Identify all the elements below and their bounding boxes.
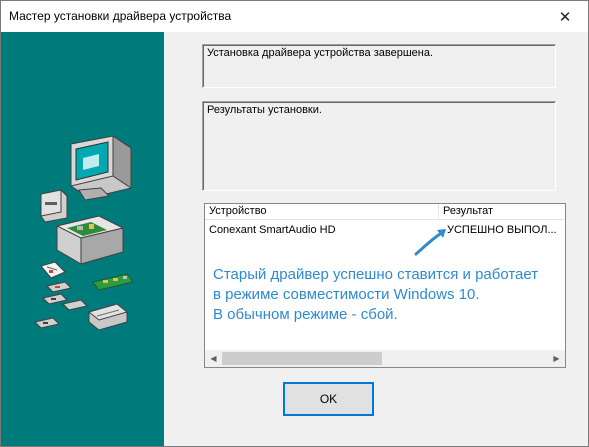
monitor-icon bbox=[70, 136, 132, 201]
annotation-arrow-icon bbox=[414, 229, 446, 256]
annotation-note: Старый драйвер успешно ставится и работа… bbox=[213, 265, 565, 325]
results-box: Результаты установки. bbox=[202, 101, 556, 191]
status-text: Установка драйвера устройства завершена. bbox=[207, 47, 434, 59]
document-icon bbox=[40, 261, 66, 279]
scroll-left-arrow-icon[interactable]: ◀ bbox=[205, 350, 222, 367]
list-row[interactable]: Conexant SmartAudio HD УСПЕШНО ВЫПОЛ... bbox=[205, 223, 565, 238]
circuit-board-icon bbox=[92, 273, 134, 291]
scroll-thumb[interactable] bbox=[222, 352, 382, 365]
annotation-line-2: в режиме совместимости Windows 10. bbox=[213, 286, 480, 303]
network-device-icon bbox=[87, 303, 129, 331]
window-title: Мастер установки драйвера устройства bbox=[9, 9, 232, 23]
annotation-line-1: Старый драйвер успешно ставится и работа… bbox=[213, 266, 539, 283]
device-cell: Conexant SmartAudio HD bbox=[209, 224, 336, 236]
installer-dialog: Мастер установки драйвера устройства ✕ У… bbox=[0, 0, 589, 447]
drive-icon bbox=[40, 189, 68, 223]
column-header-result[interactable]: Результат bbox=[439, 204, 565, 219]
ok-button[interactable]: OK bbox=[283, 382, 374, 416]
computer-hardware-illustration bbox=[34, 136, 134, 331]
wizard-side-panel bbox=[1, 32, 164, 446]
column-header-device[interactable]: Устройство bbox=[205, 204, 439, 219]
chips-icon bbox=[34, 281, 88, 329]
annotation-line-3: В обычном режиме - сбой. bbox=[213, 306, 398, 323]
title-bar: Мастер установки драйвера устройства ✕ bbox=[1, 1, 588, 32]
results-text: Результаты установки. bbox=[207, 104, 322, 116]
computer-case-icon bbox=[55, 215, 125, 265]
status-box: Установка драйвера устройства завершена. bbox=[202, 44, 556, 88]
list-header: Устройство Результат bbox=[205, 204, 565, 220]
result-cell: УСПЕШНО ВЫПОЛ... bbox=[447, 224, 557, 236]
close-icon: ✕ bbox=[558, 8, 572, 26]
close-button[interactable]: ✕ bbox=[542, 1, 588, 32]
horizontal-scrollbar[interactable]: ◀ ▶ bbox=[205, 350, 565, 367]
scroll-right-arrow-icon[interactable]: ▶ bbox=[548, 350, 565, 367]
